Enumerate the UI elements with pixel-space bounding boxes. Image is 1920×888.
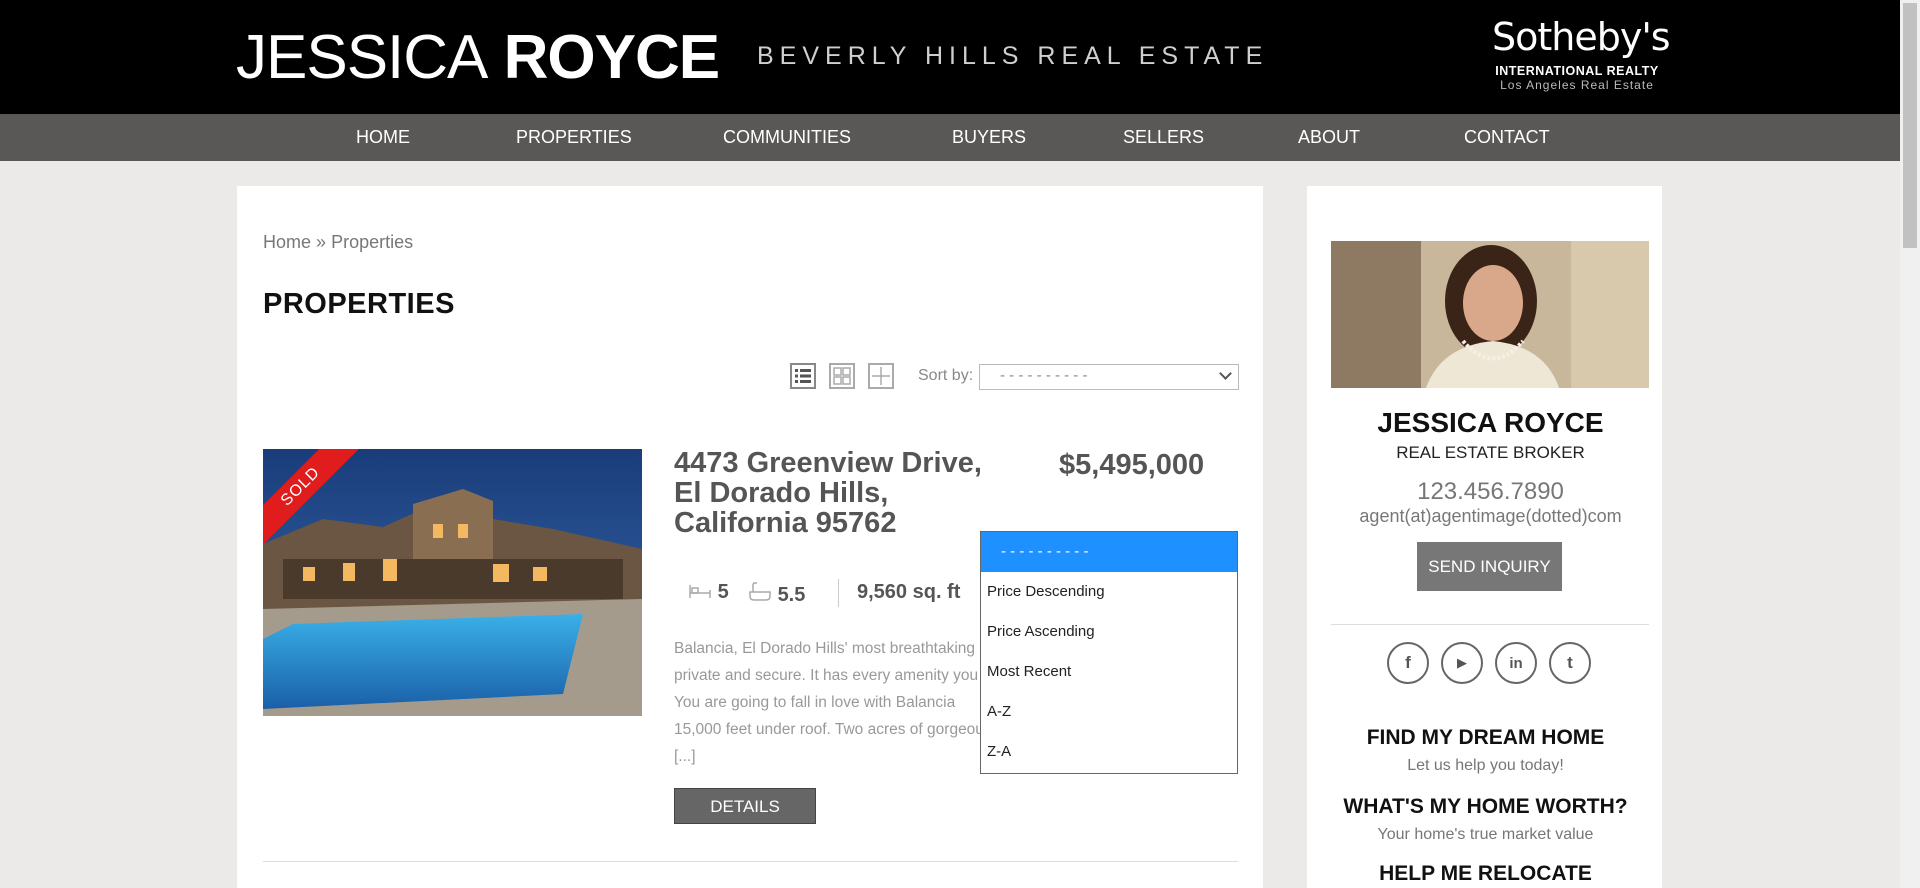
listing-divider (263, 861, 1238, 862)
baths-fact: 5.5 (748, 581, 805, 607)
listing-price: $5,495,000 (1059, 449, 1205, 481)
agent-title: REAL ESTATE BROKER (1396, 443, 1585, 462)
agent-phone[interactable]: 123.456.7890 (1307, 478, 1674, 506)
sort-option-price-asc[interactable]: Price Ascending (981, 612, 1237, 652)
agent-name: JESSICA ROYCE (1377, 407, 1604, 438)
sidebar-divider (1331, 624, 1649, 625)
breadcrumb-home[interactable]: Home (263, 232, 311, 252)
brokerage-logo[interactable]: Sotheby's INTERNATIONAL REALTY Los Angel… (1492, 15, 1671, 92)
cta-home-worth-title[interactable]: WHAT'S MY HOME WORTH? (1302, 795, 1669, 819)
agent-email[interactable]: agent(at)agentimage(dotted)com (1307, 506, 1674, 527)
nav-item-buyers[interactable]: BUYERS (952, 114, 1026, 161)
page-title: PROPERTIES (263, 288, 455, 320)
cta-dream-home-subtitle: Let us help you today! (1407, 757, 1564, 774)
agent-photo (1331, 241, 1649, 388)
listing-photo[interactable]: SOLD (263, 449, 642, 716)
bed-icon (689, 585, 711, 598)
list-view-icon[interactable] (790, 363, 816, 389)
nav-item-properties[interactable]: PROPERTIES (516, 114, 632, 161)
sort-select[interactable]: - - - - - - - - - - (979, 364, 1239, 390)
beds-count: 5 (717, 581, 729, 603)
sort-option-a-z[interactable]: A-Z (981, 692, 1237, 732)
brokerage-subtitle: INTERNATIONAL REALTY (1495, 64, 1659, 78)
bathtub-icon (749, 582, 771, 601)
facts-divider (838, 579, 839, 607)
logo-last-name: ROYCE (503, 23, 720, 92)
twitter-icon[interactable]: t (1549, 642, 1591, 684)
cta-dream-home-title[interactable]: FIND MY DREAM HOME (1302, 726, 1669, 750)
nav-item-sellers[interactable]: SELLERS (1123, 114, 1204, 161)
agent-sidebar: JESSICA ROYCE REAL ESTATE BROKER 123.456… (1307, 186, 1662, 888)
youtube-icon[interactable]: ▶ (1441, 642, 1483, 684)
breadcrumb-current: Properties (331, 232, 414, 252)
chevron-down-icon (1219, 367, 1232, 380)
nav-item-communities[interactable]: COMMUNITIES (723, 114, 851, 161)
sort-dropdown-list: - - - - - - - - - - Price Descending Pri… (980, 531, 1238, 774)
nav-item-home[interactable]: HOME (356, 114, 410, 161)
sort-option-price-desc[interactable]: Price Descending (981, 572, 1237, 612)
brokerage-name: Sotheby's (1492, 15, 1671, 59)
sort-option-none[interactable]: - - - - - - - - - - (981, 532, 1237, 572)
sort-option-most-recent[interactable]: Most Recent (981, 652, 1237, 692)
logo-first-name: JESSICA (236, 23, 488, 92)
sqft-fact: 9,560 sq. ft (857, 581, 961, 603)
send-inquiry-button[interactable]: SEND INQUIRY (1417, 542, 1562, 591)
baths-count: 5.5 (777, 584, 806, 606)
linkedin-icon[interactable]: in (1495, 642, 1537, 684)
site-tagline: BEVERLY HILLS REAL ESTATE (757, 42, 1269, 70)
sort-selected-value: - - - - - - - - - - (1000, 367, 1088, 384)
brokerage-region: Los Angeles Real Estate (1500, 78, 1654, 92)
site-logo[interactable]: JESSICA ROYCE (236, 23, 720, 92)
nav-item-about[interactable]: ABOUT (1298, 114, 1360, 161)
site-header: JESSICA ROYCE BEVERLY HILLS REAL ESTATE … (0, 0, 1900, 114)
map-view-icon[interactable] (868, 363, 894, 389)
breadcrumb-separator: » (316, 232, 327, 252)
details-button[interactable]: DETAILS (674, 788, 816, 824)
grid-view-icon[interactable] (829, 363, 855, 389)
scrollbar-thumb[interactable] (1903, 3, 1917, 248)
nav-item-contact[interactable]: CONTACT (1464, 114, 1550, 161)
cta-relocate-title[interactable]: HELP ME RELOCATE (1302, 862, 1669, 886)
sort-label: Sort by: (918, 367, 974, 384)
facebook-icon[interactable]: f (1387, 642, 1429, 684)
sort-option-z-a[interactable]: Z-A (981, 732, 1237, 772)
listing-description: Balancia, El Dorado Hills' most breathta… (674, 640, 992, 765)
breadcrumb: Home » Properties (263, 232, 413, 253)
beds-fact: 5 (688, 581, 729, 604)
page-scrollbar[interactable] (1900, 0, 1920, 888)
listing-address[interactable]: 4473 Greenview Drive, El Dorado Hills, C… (674, 448, 1004, 538)
cta-home-worth-subtitle: Your home's true market value (1377, 826, 1594, 843)
main-nav: HOME PROPERTIES COMMUNITIES BUYERS SELLE… (0, 114, 1900, 161)
